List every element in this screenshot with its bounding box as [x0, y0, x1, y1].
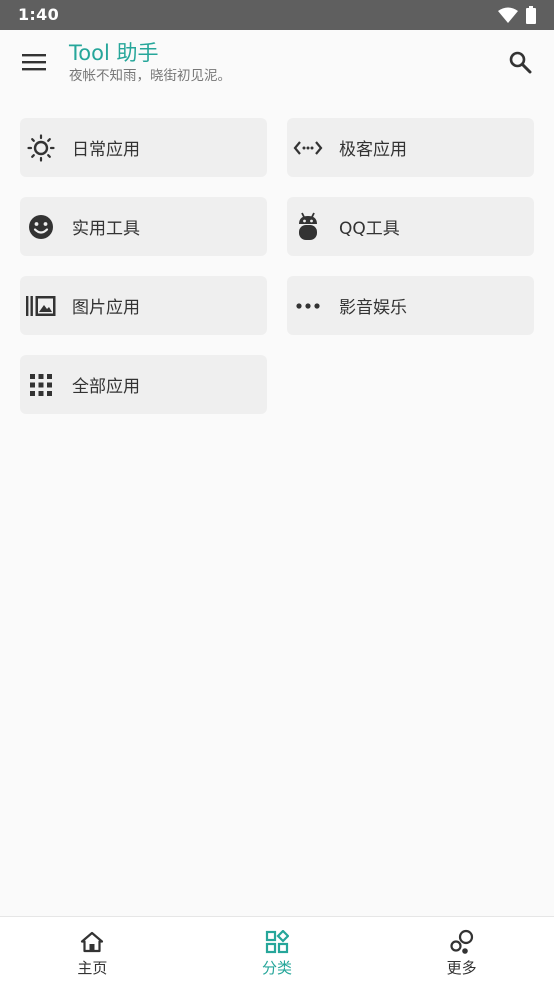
nav-label: 分类 [262, 959, 293, 977]
apps-grid-icon [26, 370, 56, 400]
image-library-icon [26, 291, 56, 321]
category-card-daily[interactable]: 日常应用 [20, 118, 267, 177]
app-subtitle: 夜帐不知雨，晓街初见泥。 [69, 68, 231, 84]
bottom-navigation: 主页 分类 更多 [0, 916, 554, 986]
category-label: 极客应用 [339, 140, 407, 160]
category-label: 全部应用 [72, 377, 140, 397]
category-label: 影音娱乐 [339, 298, 407, 318]
category-label: 日常应用 [72, 140, 140, 160]
nav-home[interactable]: 主页 [0, 917, 185, 986]
category-card-qq[interactable]: QQ工具 [287, 197, 534, 256]
category-icon [263, 928, 291, 956]
android-icon [293, 212, 323, 242]
category-card-all[interactable]: 全部应用 [20, 355, 267, 414]
nav-label: 主页 [77, 959, 108, 977]
wifi-icon [498, 7, 518, 28]
category-card-media[interactable]: 影音娱乐 [287, 276, 534, 335]
search-button[interactable] [506, 50, 534, 78]
search-icon [508, 50, 532, 78]
category-card-images[interactable]: 图片应用 [20, 276, 267, 335]
category-grid: 日常应用 极客应用 实用工具 QQ工具 图片应用 影音娱乐 全部应用 [20, 118, 534, 414]
status-bar: 1:40 [0, 0, 554, 30]
category-card-geek[interactable]: 极客应用 [287, 118, 534, 177]
home-icon [78, 928, 106, 956]
status-time: 1:40 [18, 5, 59, 24]
more-dots-icon [293, 291, 323, 321]
category-card-utilities[interactable]: 实用工具 [20, 197, 267, 256]
category-label: 图片应用 [72, 298, 140, 318]
app-bar: Tool 助手 夜帐不知雨，晓街初见泥。 [0, 30, 554, 98]
nav-more[interactable]: 更多 [369, 917, 554, 986]
code-icon [293, 133, 323, 163]
menu-button[interactable] [18, 50, 50, 78]
sun-icon [26, 133, 56, 163]
battery-icon [526, 6, 536, 28]
status-icons [498, 6, 536, 28]
menu-icon [22, 53, 46, 75]
bubbles-icon [448, 928, 476, 956]
app-title: Tool 助手 [69, 41, 159, 65]
category-label: 实用工具 [72, 219, 140, 239]
category-label: QQ工具 [339, 219, 400, 239]
nav-label: 更多 [446, 959, 477, 977]
smiley-icon [26, 212, 56, 242]
title-block: Tool 助手 夜帐不知雨，晓街初见泥。 [69, 40, 231, 85]
nav-category[interactable]: 分类 [185, 917, 370, 986]
